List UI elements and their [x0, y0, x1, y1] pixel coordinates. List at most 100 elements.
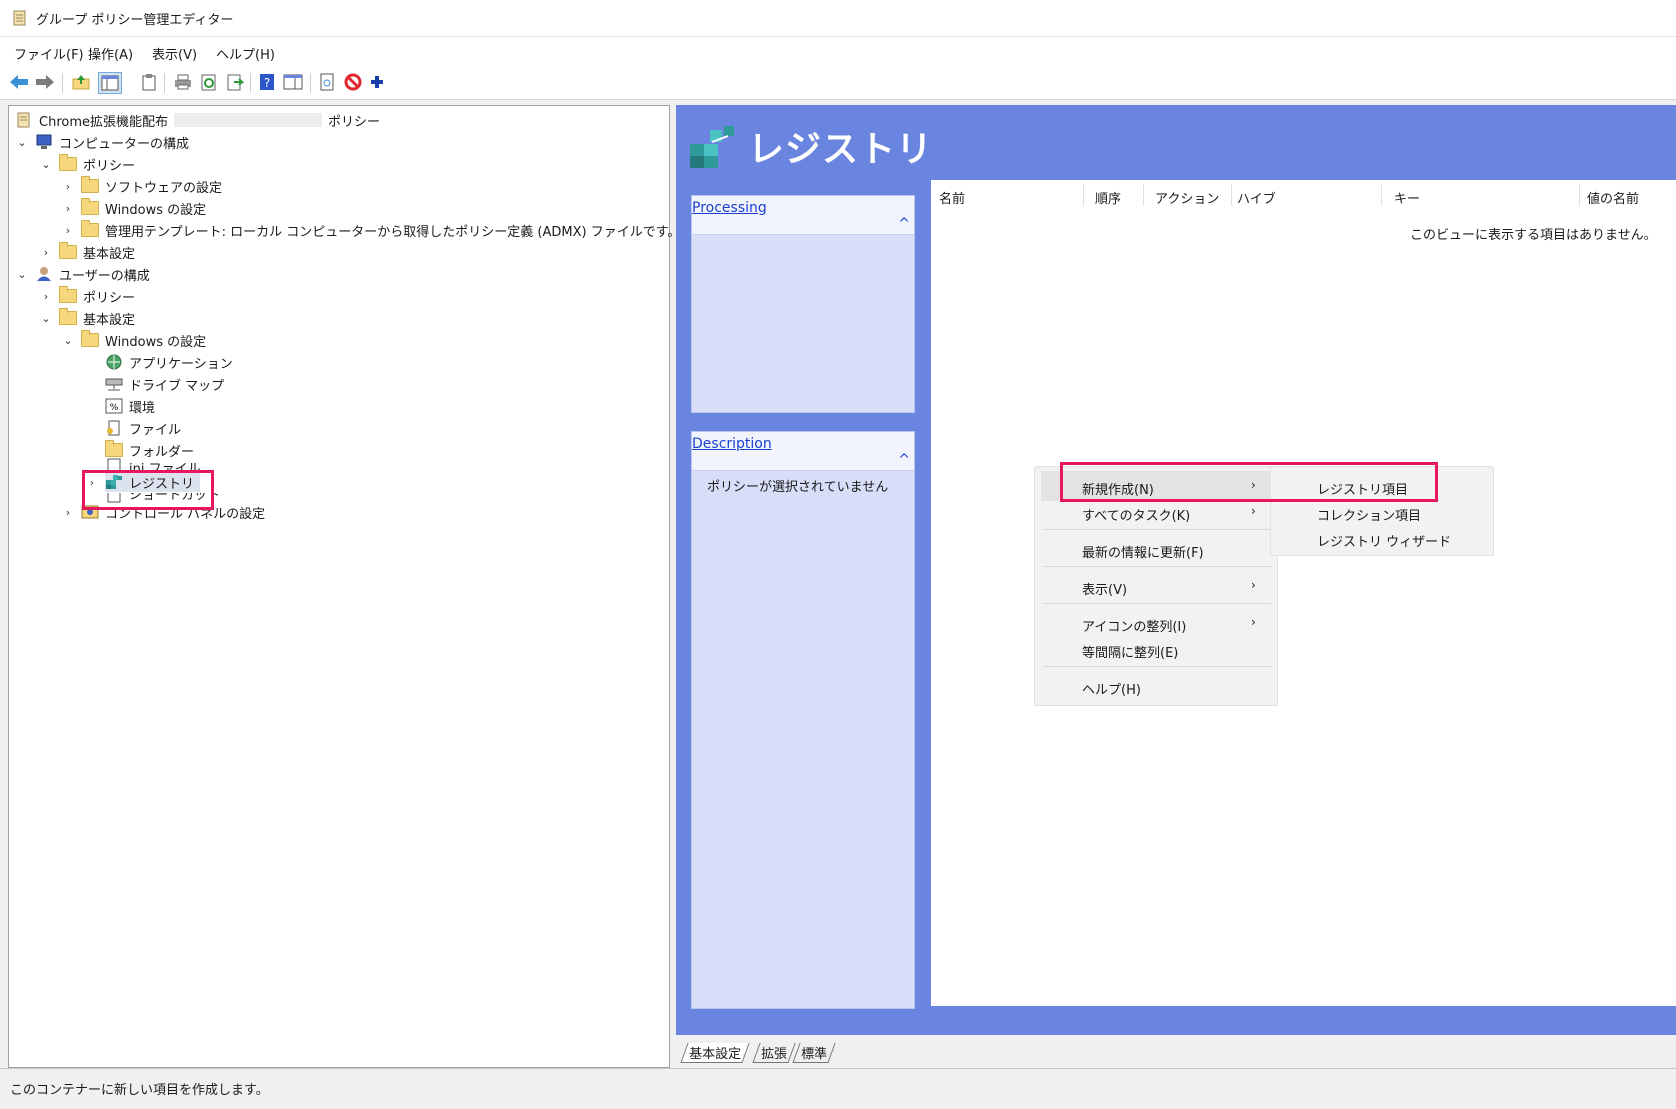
properties-pane-icon[interactable] [282, 72, 304, 92]
folder-icon [105, 440, 123, 458]
menu-item-refresh[interactable]: 最新の情報に更新(F) [1082, 542, 1204, 561]
chevron-right-icon[interactable]: › [61, 505, 75, 519]
tree-item-folders[interactable]: フォルダー [105, 440, 194, 460]
refresh-icon[interactable] [198, 72, 220, 92]
processing-link[interactable]: Processing [692, 200, 767, 216]
tree-item-files[interactable]: ファイル [105, 418, 181, 438]
chevron-right-icon[interactable]: › [39, 289, 53, 303]
collapse-up-icon[interactable]: ^ [898, 452, 910, 468]
collapse-up-icon[interactable]: ^ [898, 216, 910, 232]
menu-help[interactable]: ヘルプ(H) [216, 44, 275, 63]
menu-item-arrange-icons[interactable]: アイコンの整列(I) [1082, 616, 1186, 635]
tree-item-policies[interactable]: ⌄ ポリシー [39, 154, 135, 174]
chevron-down-icon[interactable]: ⌄ [15, 267, 29, 281]
view-tabs: 基本設定 拡張 標準 [676, 1035, 1676, 1068]
chevron-down-icon[interactable]: ⌄ [39, 311, 53, 325]
forward-arrow-icon[interactable] [34, 72, 56, 92]
column-value-name[interactable]: 値の名前 [1587, 188, 1639, 207]
computer-icon [35, 134, 53, 150]
add-icon[interactable] [366, 72, 388, 92]
folder-icon [81, 330, 99, 348]
tree-root[interactable]: Chrome拡張機能配布 ポリシー [15, 110, 380, 130]
folder-icon [81, 198, 99, 216]
clipboard-icon[interactable] [138, 72, 160, 92]
help-icon[interactable]: ? [256, 72, 278, 92]
chevron-right-icon[interactable]: › [61, 179, 75, 193]
submenu-registry-wizard[interactable]: レジストリ ウィザード [1317, 531, 1451, 550]
document-icon[interactable] [316, 72, 338, 92]
gpo-icon [15, 112, 33, 128]
tree-item-admin-templates[interactable]: › 管理用テンプレート: ローカル コンピューターから取得したポリシー定義 (A… [61, 220, 680, 240]
chevron-right-icon[interactable]: › [61, 201, 75, 215]
up-folder-icon[interactable] [70, 72, 92, 92]
user-icon [35, 266, 53, 282]
tree-item-computer-config[interactable]: ⌄ コンピューターの構成 [15, 132, 189, 152]
status-bar: このコンテナーに新しい項目を作成します。 [0, 1068, 1676, 1109]
console-tree[interactable]: Chrome拡張機能配布 ポリシー ⌄ コンピューターの構成 ⌄ ポリシー › … [8, 105, 680, 1068]
chevron-down-icon[interactable]: ⌄ [39, 157, 53, 171]
registry-cube-icon [690, 126, 734, 168]
environment-percent-icon: % [105, 398, 123, 414]
redacted-area [174, 113, 322, 127]
tab-standard[interactable]: 標準 [792, 1043, 836, 1063]
tree-item-user-preferences[interactable]: ⌄ 基本設定 [39, 308, 135, 328]
folder-icon [81, 176, 99, 194]
menu-item-all-tasks[interactable]: すべてのタスク(K) [1082, 505, 1190, 524]
folder-icon [59, 242, 77, 260]
tree-root-suffix: ポリシー [328, 114, 381, 130]
tree-root-label: Chrome拡張機能配布 [39, 114, 168, 130]
stop-icon[interactable] [342, 72, 364, 92]
column-key[interactable]: キー [1394, 188, 1420, 207]
description-text: ポリシーが選択されていません [707, 480, 889, 495]
column-order[interactable]: 順序 [1095, 188, 1121, 207]
chevron-right-icon: › [1251, 504, 1256, 518]
description-panel: Description ^ ポリシーが選択されていません [691, 431, 915, 1009]
registry-title: レジストリ [748, 129, 934, 170]
svg-text:?: ? [264, 76, 270, 90]
column-action[interactable]: アクション [1155, 188, 1219, 207]
tab-preferences[interactable]: 基本設定 [680, 1043, 750, 1063]
export-list-icon[interactable] [224, 72, 246, 92]
menu-bar: ファイル(F) 操作(A) 表示(V) ヘルプ(H) [0, 37, 1676, 65]
window-title: グループ ポリシー管理エディター [36, 13, 234, 28]
status-text: このコンテナーに新しい項目を作成します。 [10, 1083, 269, 1098]
svg-text:%: % [110, 403, 119, 413]
tree-item-user-config[interactable]: ⌄ ユーザーの構成 [15, 264, 150, 284]
highlight-new-registry-item [1060, 462, 1438, 502]
show-hide-tree-icon[interactable] [98, 72, 122, 94]
menu-view[interactable]: 表示(V) [152, 44, 197, 63]
back-arrow-icon[interactable] [8, 72, 30, 92]
submenu-collection-item[interactable]: コレクション項目 [1317, 505, 1421, 524]
tree-item-preferences[interactable]: › 基本設定 [39, 242, 135, 262]
chevron-down-icon[interactable]: ⌄ [61, 333, 75, 347]
file-icon [105, 420, 123, 436]
tree-item-user-windows-settings[interactable]: ⌄ Windows の設定 [61, 330, 206, 350]
tree-item-user-policies[interactable]: › ポリシー [39, 286, 135, 306]
tree-item-software-settings[interactable]: › ソフトウェアの設定 [61, 176, 222, 196]
menu-action[interactable]: 操作(A) [88, 44, 133, 63]
description-link[interactable]: Description [692, 436, 772, 452]
chevron-right-icon[interactable]: › [61, 223, 75, 237]
application-globe-icon [105, 354, 123, 370]
folder-icon [59, 286, 77, 304]
menu-item-help[interactable]: ヘルプ(H) [1082, 679, 1141, 698]
column-hive[interactable]: ハイブ [1237, 188, 1276, 207]
tree-item-applications[interactable]: アプリケーション [105, 352, 233, 372]
column-name[interactable]: 名前 [939, 188, 965, 207]
tree-item-drive-maps[interactable]: ドライブ マップ [105, 374, 224, 394]
tree-item-environment[interactable]: % 環境 [105, 396, 155, 416]
folder-icon [59, 308, 77, 326]
menu-file[interactable]: ファイル(F) [14, 44, 84, 63]
menu-item-view[interactable]: 表示(V) [1082, 579, 1127, 598]
print-icon[interactable] [172, 72, 194, 92]
chevron-right-icon: › [1251, 578, 1256, 592]
empty-message: このビューに表示する項目はありません。 [1410, 228, 1657, 243]
chevron-down-icon[interactable]: ⌄ [15, 135, 29, 149]
tab-extended[interactable]: 拡張 [752, 1043, 796, 1063]
drive-map-icon [105, 376, 123, 392]
folder-icon [81, 220, 99, 238]
menu-item-line-up[interactable]: 等間隔に整列(E) [1082, 642, 1178, 661]
tree-item-windows-settings[interactable]: › Windows の設定 [61, 198, 206, 218]
title-bar: グループ ポリシー管理エディター [0, 0, 1676, 37]
chevron-right-icon[interactable]: › [39, 245, 53, 259]
